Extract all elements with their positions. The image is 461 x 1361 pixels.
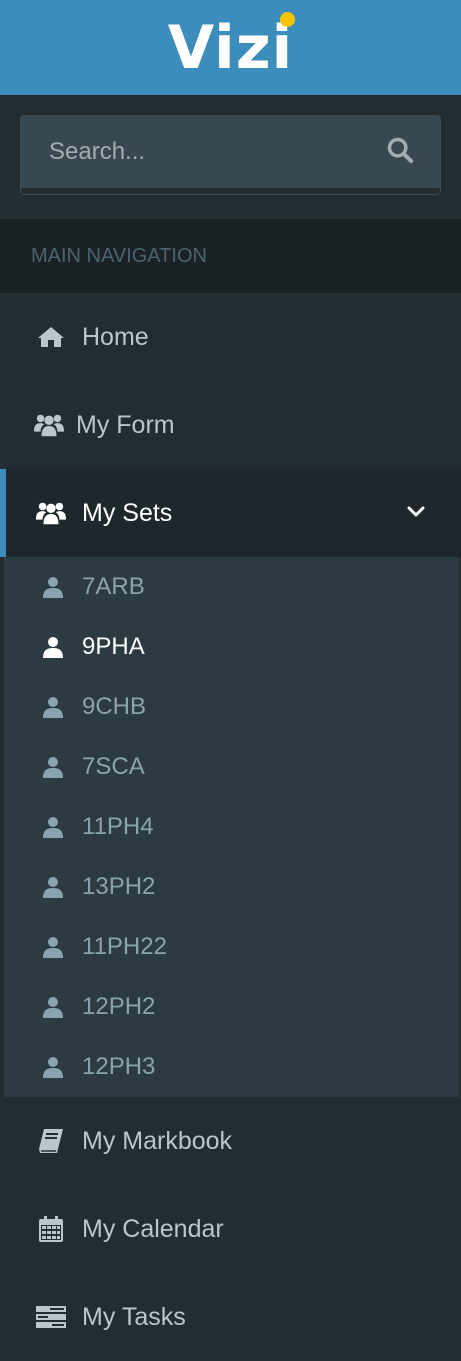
home-icon bbox=[36, 322, 66, 352]
set-item-12ph2[interactable]: 12PH2 bbox=[4, 977, 459, 1037]
set-item-7arb[interactable]: 7ARB bbox=[4, 557, 459, 617]
sidebar-item-label: My Markbook bbox=[82, 1126, 233, 1155]
set-item-11ph4[interactable]: 11PH4 bbox=[4, 797, 459, 857]
set-label: 12PH2 bbox=[82, 993, 156, 1020]
chevron-down-icon[interactable] bbox=[405, 501, 427, 523]
set-label: 12PH3 bbox=[82, 1053, 156, 1080]
sidebar-item-my-sets[interactable]: My Sets bbox=[0, 469, 461, 557]
user-icon bbox=[43, 637, 63, 658]
set-item-13ph2[interactable]: 13PH2 bbox=[4, 857, 459, 917]
user-icon bbox=[43, 1057, 63, 1078]
sidebar-item-my-markbook[interactable]: My Markbook bbox=[0, 1097, 461, 1185]
set-label: 7SCA bbox=[82, 753, 145, 780]
set-item-11ph22[interactable]: 11PH22 bbox=[4, 917, 459, 977]
main-navigation-header: MAIN NAVIGATION bbox=[0, 219, 461, 293]
book-icon bbox=[36, 1126, 66, 1156]
sidebar-item-home[interactable]: Home bbox=[0, 293, 461, 381]
sidebar-item-label: My Tasks bbox=[82, 1302, 186, 1331]
search-area: Search... bbox=[0, 95, 461, 219]
users-icon bbox=[36, 498, 66, 528]
search-form[interactable]: Search... bbox=[20, 115, 441, 195]
search-icon[interactable] bbox=[386, 136, 414, 169]
user-icon bbox=[43, 937, 63, 958]
sidebar-item-label: My Sets bbox=[82, 498, 173, 527]
user-icon bbox=[43, 577, 63, 598]
set-item-9pha[interactable]: 9PHA bbox=[4, 617, 459, 677]
set-label: 11PH4 bbox=[82, 813, 154, 840]
set-label: 7ARB bbox=[82, 573, 145, 600]
logo-dot bbox=[280, 11, 296, 27]
sidebar-item-my-form[interactable]: My Form bbox=[0, 381, 461, 469]
set-item-9chb[interactable]: 9CHB bbox=[4, 677, 459, 737]
logo-text: Vizi bbox=[167, 12, 294, 83]
set-label: 9PHA bbox=[82, 633, 145, 660]
set-label: 9CHB bbox=[82, 693, 147, 720]
user-icon bbox=[43, 817, 63, 838]
user-icon bbox=[43, 877, 63, 898]
vizi-logo[interactable]: Vizi bbox=[168, 11, 296, 78]
users-icon bbox=[34, 410, 64, 440]
set-item-7sca[interactable]: 7SCA bbox=[4, 737, 459, 797]
set-item-12ph3[interactable]: 12PH3 bbox=[4, 1037, 459, 1097]
user-icon bbox=[43, 697, 63, 718]
sidebar-item-my-calendar[interactable]: My Calendar bbox=[0, 1185, 461, 1273]
set-label: 11PH22 bbox=[82, 933, 167, 960]
sidebar-item-label: My Calendar bbox=[82, 1214, 224, 1243]
sidebar-item-my-tasks[interactable]: My Tasks bbox=[0, 1273, 461, 1361]
sidebar-item-label: My Form bbox=[76, 410, 175, 439]
user-icon bbox=[43, 997, 63, 1018]
my-sets-submenu: 7ARB 9PHA 9CHB 7SCA 11PH4 13PH2 11PH22 1… bbox=[4, 557, 459, 1097]
user-icon bbox=[43, 757, 63, 778]
sidebar-item-label: Home bbox=[82, 322, 149, 351]
calendar-icon bbox=[36, 1214, 66, 1244]
search-input[interactable]: Search... bbox=[49, 138, 145, 166]
set-label: 13PH2 bbox=[82, 873, 156, 900]
app-header: Vizi bbox=[0, 0, 461, 95]
tasks-icon bbox=[36, 1302, 66, 1332]
